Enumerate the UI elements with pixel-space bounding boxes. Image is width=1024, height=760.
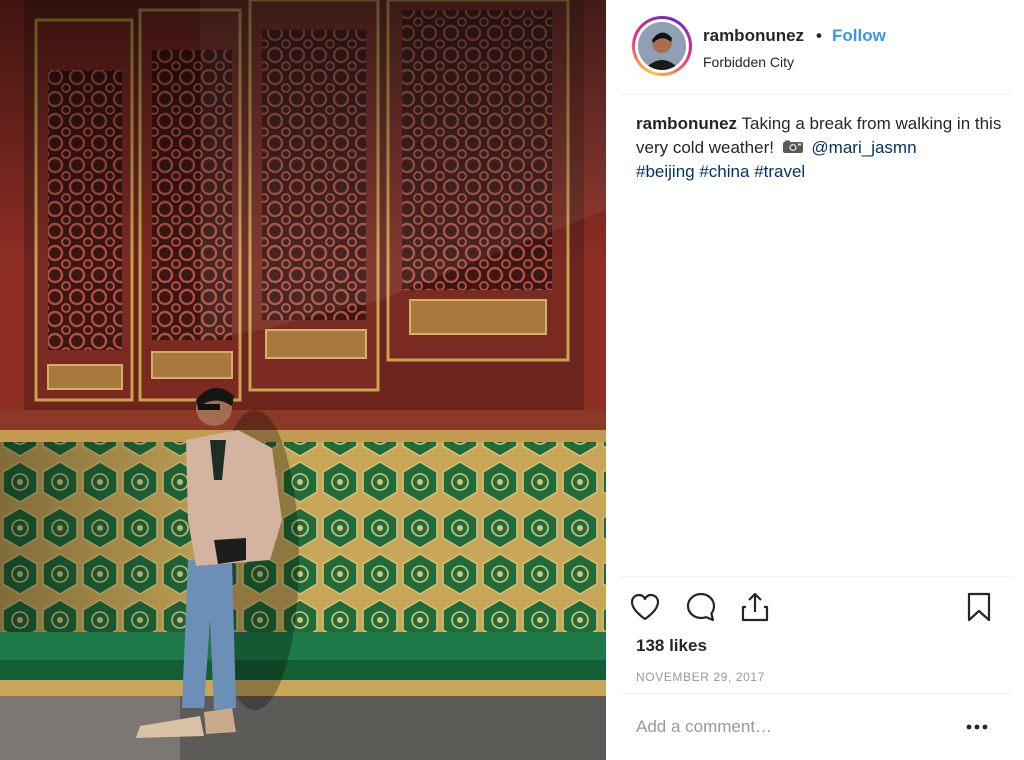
- save-button[interactable]: [962, 590, 996, 624]
- comment-bubble-icon: [686, 592, 716, 622]
- comment-divider: [620, 693, 1010, 694]
- separator-dot: •: [816, 26, 822, 45]
- post-photo-image: [0, 0, 606, 760]
- post-caption: rambonunez Taking a break from walking i…: [636, 112, 1016, 184]
- post-photo[interactable]: [0, 0, 606, 760]
- comment-button[interactable]: [684, 590, 718, 624]
- follow-button[interactable]: Follow: [832, 26, 886, 46]
- avatar-image: [638, 22, 686, 70]
- comment-input[interactable]: [636, 712, 936, 742]
- avatar[interactable]: [638, 22, 686, 70]
- post-author-username[interactable]: rambonunez: [703, 26, 804, 46]
- post-date[interactable]: NOVEMBER 29, 2017: [636, 670, 765, 684]
- post-details-panel: rambonunez • Follow Forbidden City rambo…: [606, 0, 1024, 760]
- camera-icon: [782, 140, 803, 153]
- story-ring[interactable]: [632, 16, 692, 76]
- hashtag-beijing[interactable]: #beijing: [636, 162, 695, 181]
- more-options-button[interactable]: [962, 712, 992, 742]
- more-options-icon: [966, 724, 988, 730]
- like-button[interactable]: [628, 590, 662, 624]
- hashtag-travel[interactable]: #travel: [754, 162, 805, 181]
- avatar-frame: [635, 19, 689, 73]
- header-divider: [620, 94, 1010, 95]
- likes-count[interactable]: 138 likes: [636, 636, 707, 656]
- bookmark-icon: [967, 592, 991, 622]
- location-link[interactable]: Forbidden City: [703, 54, 794, 70]
- action-bar: [606, 586, 1024, 628]
- caption-mention[interactable]: @mari_jasmn: [811, 138, 916, 157]
- hashtag-china[interactable]: #china: [699, 162, 749, 181]
- actions-divider: [620, 576, 1010, 577]
- share-icon: [741, 592, 769, 622]
- caption-username[interactable]: rambonunez: [636, 114, 737, 133]
- share-button[interactable]: [738, 590, 772, 624]
- heart-icon: [630, 593, 660, 621]
- post-header: rambonunez • Follow Forbidden City: [606, 0, 1024, 94]
